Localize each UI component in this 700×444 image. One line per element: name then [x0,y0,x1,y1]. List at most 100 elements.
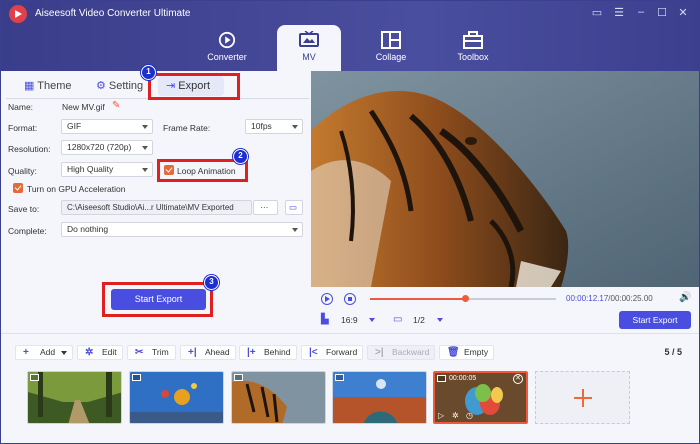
quality-select[interactable]: High Quality [61,162,153,177]
timeline-strip: 00:00:05 ✕ ▷ ✲ ◷ [1,371,699,443]
play-button[interactable] [321,293,333,305]
tv-icon [299,31,319,47]
aspect-ratio-icon: ▙ [321,314,329,325]
tab-theme-label: Theme [37,80,72,92]
tab-mv-label: MV [302,52,316,62]
annotation-badge-3: 3 [204,275,219,290]
gpu-acceleration-label: Turn on GPU Acceleration [27,184,126,194]
refresh-circle-icon [218,31,236,49]
tab-mv[interactable]: MV [277,25,341,71]
gear-icon: ⚙ [96,80,109,92]
annotation-badge-1: 1 [141,65,156,80]
more-dots-icon: ··· [260,202,269,212]
theme-icon: ▦ [24,80,38,92]
volume-icon[interactable]: 🔊 [679,292,691,303]
tab-converter[interactable]: Converter [195,25,259,71]
app-logo-icon [9,5,27,23]
feedback-icon[interactable]: ▭ [589,6,605,19]
scissors-icon: ✂ [135,347,144,358]
canyon-image [333,372,426,423]
edit-pencil-icon[interactable]: ✎ [112,100,120,111]
clip-thumbnail-balloons[interactable] [129,371,224,424]
toolbox-icon [463,31,483,49]
annotation-box-start-export [102,282,213,317]
format-value: GIF [67,121,82,131]
forest-path-image [28,372,121,423]
add-button[interactable]: + Add [15,345,73,360]
hot-air-balloons-image [130,372,223,423]
monitor-icon: ▭ [393,314,403,325]
clip-thumbnail-forest[interactable] [27,371,122,424]
clip-duration: 00:00:05 [449,375,477,382]
image-type-icon [234,374,243,381]
maximize-icon[interactable]: ☐ [654,6,670,19]
start-export-button-secondary[interactable]: Start Export [619,311,691,329]
resolution-select[interactable]: 1280x720 (720p) [61,140,153,155]
player-controls: 00:00:12.17/00:00:25.00 🔊 ▙ 16:9 ▭ 1/2 S… [311,287,699,333]
save-to-label: Save to: [8,204,40,214]
format-label: Format: [8,123,38,133]
image-type-icon [437,375,446,382]
edit-button[interactable]: ✲ Edit [77,345,123,360]
forward-label: Forward [326,347,358,357]
plus-bar-icon: +| [188,347,197,358]
bar-plus-icon: |+ [247,347,256,358]
chevron-down-icon [142,168,148,172]
complete-action-select[interactable]: Do nothing [61,222,303,237]
tab-collage[interactable]: Collage [359,25,423,71]
progress-bar[interactable] [370,295,556,302]
tab-setting[interactable]: ⚙ Setting [96,76,143,96]
ahead-button[interactable]: +| Ahead [180,345,236,360]
complete-label: Complete: [8,226,47,236]
app-title: Aiseesoft Video Converter Ultimate [35,8,191,19]
chevron-down-icon [142,146,148,150]
progress-fill [370,298,465,300]
browse-more-button[interactable]: ··· [253,200,278,215]
page-dropdown-icon[interactable] [437,318,443,322]
stop-button[interactable] [344,293,356,305]
plus-icon: + [23,347,29,358]
tab-toolbox[interactable]: Toolbox [441,25,505,71]
backward-label: Backward [392,347,430,357]
tiger-image [232,372,325,423]
title-bar: Aiseesoft Video Converter Ultimate ▭ ☰ –… [1,1,699,71]
menu-icon[interactable]: ☰ [611,6,627,19]
tab-collage-label: Collage [375,52,407,62]
trash-icon: 🗑 [447,347,460,358]
clip-edit-icon[interactable]: ✲ [452,411,459,420]
chevron-down-icon [292,125,298,129]
clip-thumbnail-eggs-selected[interactable]: 00:00:05 ✕ ▷ ✲ ◷ [433,371,528,424]
name-label: Name: [8,102,34,112]
current-time: 00:00:12.17 [566,294,609,303]
chevron-down-icon [292,228,298,232]
clip-clock-icon[interactable]: ◷ [466,411,473,420]
clip-thumbnail-canyon[interactable] [332,371,427,424]
empty-button[interactable]: 🗑 Empty [439,345,494,360]
chevron-down-icon [61,351,67,355]
framerate-select[interactable]: 10fps [245,119,303,134]
remove-clip-icon[interactable]: ✕ [513,374,523,384]
save-path-field[interactable]: C:\Aiseesoft Studio\Ai...r Ultimate\MV E… [61,200,252,215]
gpu-acceleration-checkbox[interactable] [13,183,23,193]
complete-action-value: Do nothing [67,224,109,234]
clip-thumbnail-tiger[interactable] [231,371,326,424]
annotation-badge-2: 2 [233,149,248,164]
timeline-toolbar: + Add ✲ Edit ✂ Trim +| Ahead |+ Behind |< Forw… [1,333,699,371]
open-folder-button[interactable]: ▭ [285,200,303,215]
behind-label: Behind [264,347,291,357]
clip-play-icon[interactable]: ▷ [438,411,444,420]
close-icon[interactable]: ✕ [675,6,691,19]
page-indicator: 1/2 [413,315,425,325]
minimize-icon[interactable]: – [633,6,649,18]
format-select[interactable]: GIF [61,119,153,134]
ahead-label: Ahead [205,347,230,357]
add-clip-slot[interactable] [535,371,630,424]
trim-button[interactable]: ✂ Trim [127,345,176,360]
behind-button[interactable]: |+ Behind [239,345,297,360]
forward-button[interactable]: |< Forward [301,345,363,360]
tab-theme[interactable]: ▦ Theme [24,76,72,96]
progress-handle[interactable] [461,295,469,302]
trim-label: Trim [152,347,169,357]
aspect-dropdown-icon[interactable] [369,318,375,322]
save-path-value: C:\Aiseesoft Studio\Ai...r Ultimate\MV E… [67,203,234,212]
